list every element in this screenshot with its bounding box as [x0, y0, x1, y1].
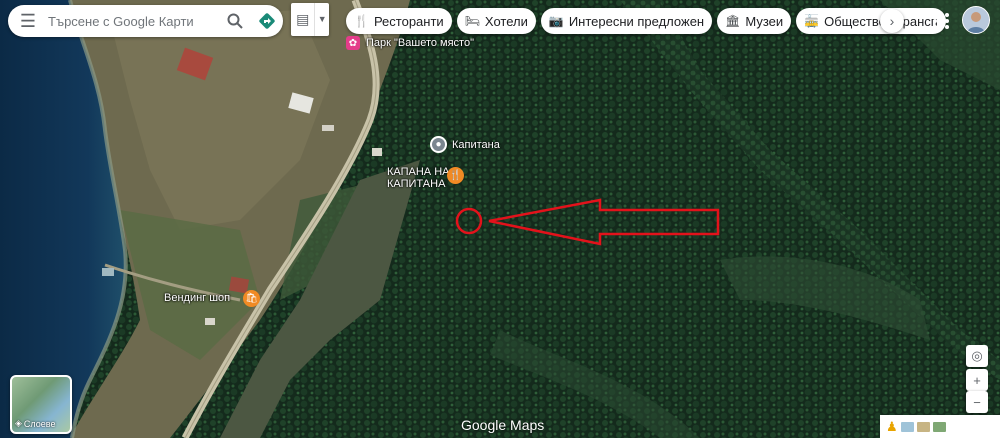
place-pin-icon[interactable]: ● — [430, 136, 447, 153]
imagery-thumbnail[interactable] — [916, 421, 930, 432]
red-annotation — [455, 198, 720, 246]
place-label-park[interactable]: Парк "Вашето място" — [366, 37, 474, 49]
chip-attractions[interactable]: 📷 Интересни предложен — [540, 8, 713, 34]
shop-pin-icon[interactable]: 🛍 — [243, 290, 260, 307]
chip-transit[interactable]: 🚋 Обществен трансп — [796, 8, 946, 34]
bottom-bar: ♟ — [880, 415, 1000, 438]
search-input[interactable]: Търсене с Google Карти — [48, 14, 219, 29]
zoom-out-button[interactable]: − — [966, 391, 988, 413]
pointer-arrow — [488, 198, 720, 246]
category-chips: 🍴 Ресторанти 🛏 Хотели 📷 Интересни предло… — [346, 8, 946, 34]
camera-icon: 📷 — [548, 14, 564, 28]
imagery-thumbnail[interactable] — [932, 421, 946, 432]
layers-label: Слоеве — [23, 418, 56, 429]
marked-location-circle — [455, 207, 483, 235]
hotel-icon: 🛏 — [464, 14, 480, 28]
transit-icon: 🚋 — [804, 14, 820, 28]
building-icon[interactable]: ▤ — [291, 11, 314, 28]
chip-label: Хотели — [484, 13, 528, 29]
chip-museums[interactable]: 🏛 Музеи — [717, 8, 792, 34]
search-box[interactable]: ☰ Търсене с Google Карти — [8, 5, 283, 37]
chip-label: Музеи — [745, 13, 784, 29]
imagery-thumbnail[interactable] — [900, 421, 914, 432]
museum-icon: 🏛 — [725, 14, 741, 28]
place-label-kapitana[interactable]: Капитана — [452, 139, 500, 151]
google-apps-icon[interactable] — [931, 11, 951, 31]
search-icon[interactable] — [219, 5, 251, 37]
park-pin-icon[interactable]: ✿ — [346, 36, 360, 50]
chip-label: Ресторанти — [373, 13, 444, 29]
pegman-icon[interactable]: ♟ — [886, 419, 898, 435]
layers-icon: ◈ — [15, 418, 22, 428]
chip-hotels[interactable]: 🛏 Хотели — [456, 8, 536, 34]
restaurant-icon: 🍴 — [354, 14, 369, 28]
place-label-vending[interactable]: Вендинг шоп — [164, 292, 230, 304]
map-type-toggle[interactable]: ▤ ▼ — [291, 3, 329, 36]
layers-button[interactable]: ◈ Слоеве — [10, 375, 72, 434]
restaurant-pin-icon[interactable]: 🍴 — [447, 167, 464, 184]
place-label-kapana-line2[interactable]: КАПИТАНА — [387, 178, 445, 190]
chip-restaurants[interactable]: 🍴 Ресторанти — [346, 8, 452, 34]
place-label-kapana-line1[interactable]: КАПАНА НА — [387, 166, 449, 178]
chevron-right-icon[interactable]: › — [880, 9, 904, 33]
avatar[interactable] — [962, 6, 990, 34]
my-location-icon[interactable]: ◎ — [966, 345, 988, 367]
google-maps-logo: Google Maps — [461, 417, 545, 433]
directions-icon[interactable] — [251, 5, 283, 37]
zoom-in-button[interactable]: + — [966, 369, 988, 391]
chevron-down-icon[interactable]: ▼ — [314, 3, 329, 36]
chip-label: Интересни предложен — [568, 13, 705, 29]
hamburger-menu-icon[interactable]: ☰ — [8, 11, 48, 32]
